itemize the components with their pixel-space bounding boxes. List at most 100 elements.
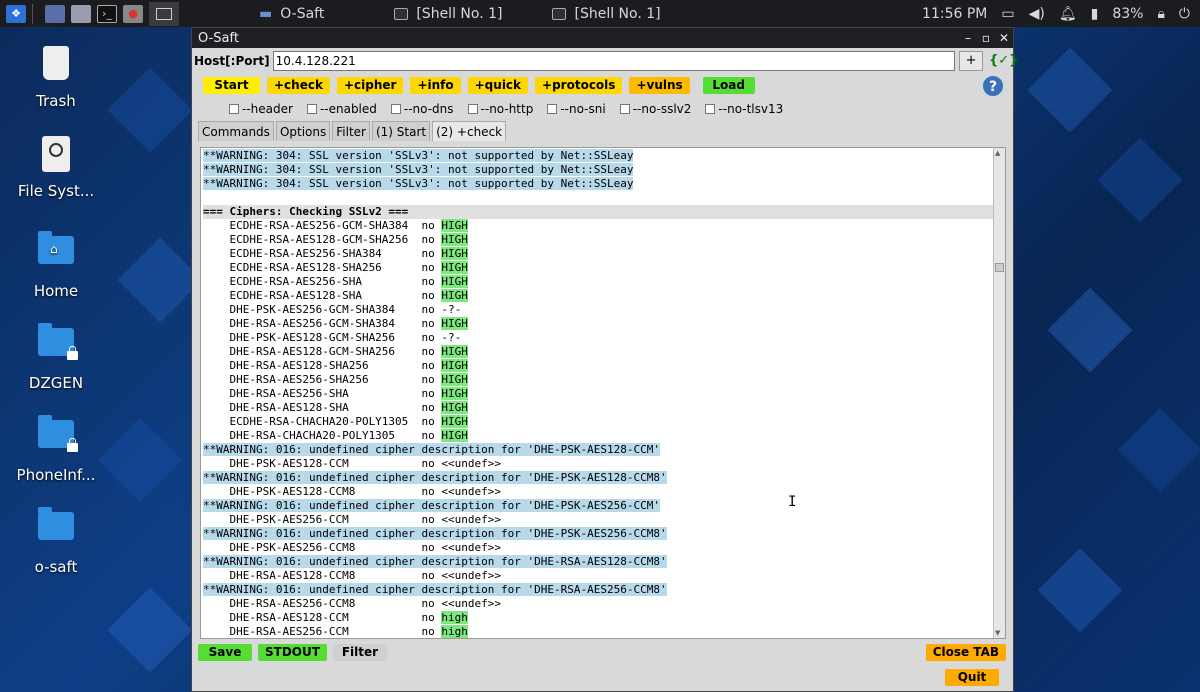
tab-options[interactable]: Options xyxy=(275,121,331,141)
cipher-line-text: DHE-RSA-AES256-SHA256 no xyxy=(203,373,442,386)
vulns-button[interactable]: +vulns xyxy=(629,76,690,94)
maximize-icon[interactable]: ▫ xyxy=(977,31,995,45)
start-button[interactable]: Start xyxy=(203,76,260,94)
checkbox[interactable] xyxy=(467,104,478,114)
cipher-line-text: DHE-RSA-AES128-GCM-SHA256 no xyxy=(203,345,442,358)
workspace-icon[interactable] xyxy=(149,1,179,26)
save-button[interactable]: Save xyxy=(198,643,252,661)
option-enabled[interactable]: --enabled xyxy=(306,102,377,116)
add-host-button[interactable]: + xyxy=(959,51,983,71)
output-line: ECDHE-RSA-AES256-SHA384 no HIGH xyxy=(203,247,1005,261)
security-level-badge: HIGH xyxy=(441,247,468,260)
checkbox[interactable] xyxy=(390,104,401,114)
output-line: DHE-RSA-AES128-SHA256 no HIGH xyxy=(203,359,1005,373)
check-button[interactable]: +check xyxy=(267,76,330,94)
option-no-sni[interactable]: --no-sni xyxy=(547,102,606,116)
checkbox[interactable] xyxy=(619,104,630,114)
validate-icon[interactable]: {✓} xyxy=(989,51,1018,71)
home-folder-icon: ⌂ xyxy=(38,231,74,276)
scroll-up-icon[interactable]: ▲ xyxy=(995,149,1000,157)
notification-bell-icon[interactable]: 🔔︎ xyxy=(1059,6,1077,22)
tab-start[interactable]: (1) Start xyxy=(371,121,431,141)
cipher-line-text: DHE-RSA-AES128-CCM no xyxy=(203,611,442,624)
stdout-button[interactable]: STDOUT xyxy=(258,643,327,661)
scroll-down-icon[interactable]: ▼ xyxy=(995,629,1000,637)
cipher-button[interactable]: +cipher xyxy=(336,76,404,94)
network-icon[interactable]: ▭ xyxy=(1001,6,1014,22)
cipher-line-text: ECDHE-RSA-AES256-SHA384 no xyxy=(203,247,442,260)
option-no-tlsv13[interactable]: --no-tlsv13 xyxy=(705,102,783,116)
cipher-line-text: DHE-RSA-AES128-CCM8 no <<undef>> xyxy=(203,569,502,582)
option-no-sslv2[interactable]: --no-sslv2 xyxy=(619,102,691,116)
output-line: DHE-RSA-AES128-SHA no HIGH xyxy=(203,401,1005,415)
output-line: **WARNING: 304: SSL version 'SSLv3': not… xyxy=(203,177,1005,191)
tab-check[interactable]: (2) +check xyxy=(432,121,507,141)
security-level-badge: HIGH xyxy=(441,359,468,372)
quit-button[interactable]: Quit xyxy=(945,669,999,686)
option-no-http[interactable]: --no-http xyxy=(467,102,534,116)
desktop-icon-filesystem[interactable]: File Syst... xyxy=(10,136,102,200)
checkbox[interactable] xyxy=(229,104,239,114)
quick-button[interactable]: +quick xyxy=(467,76,529,94)
warning-text: **WARNING: 016: undefined cipher descrip… xyxy=(203,471,667,484)
security-level-badge: high xyxy=(441,611,468,624)
terminal-icon[interactable]: ›_ xyxy=(97,4,117,23)
volume-icon[interactable]: ◀) xyxy=(1029,6,1045,22)
warning-text: **WARNING: 016: undefined cipher descrip… xyxy=(203,499,660,512)
option-label: --no-http xyxy=(480,102,534,116)
osaft-window: O-Saft – ▫ ✕ Host[:Port] + {✓} Start +ch… xyxy=(191,27,1018,692)
security-level-badge: HIGH xyxy=(441,275,468,288)
power-icon[interactable]: ⏻ xyxy=(1179,6,1190,22)
desktop-icon-label: Trash xyxy=(36,92,76,110)
scrollbar-thumb[interactable] xyxy=(995,263,1004,272)
cipher-line-text: DHE-PSK-AES128-CCM8 no <<undef>> xyxy=(203,485,502,498)
checkbox[interactable] xyxy=(705,104,716,114)
close-icon[interactable]: ✕ xyxy=(995,31,1013,45)
drive-icon xyxy=(38,136,74,176)
kali-menu-icon[interactable]: ❖ xyxy=(6,4,26,23)
filter-button[interactable]: Filter xyxy=(332,643,387,661)
desktop-icon-dzgen[interactable]: DZGEN xyxy=(10,320,102,392)
checkbox[interactable] xyxy=(547,104,558,114)
close-tab-button[interactable]: Close TAB xyxy=(925,643,1006,661)
tab-filter[interactable]: Filter xyxy=(332,121,370,141)
output-line: DHE-PSK-AES128-GCM-SHA256 no -?- xyxy=(203,331,1005,345)
checkbox[interactable] xyxy=(306,104,317,114)
minimize-icon[interactable]: – xyxy=(959,31,977,45)
desktop-icon[interactable] xyxy=(45,4,65,23)
option-no-dns[interactable]: --no-dns xyxy=(390,102,454,116)
output-text-area[interactable]: **WARNING: 304: SSL version 'SSLv3': not… xyxy=(200,147,1006,639)
cipher-line-text: DHE-RSA-AES256-CCM8 no <<undef>> xyxy=(203,597,502,610)
option-header[interactable]: --header xyxy=(229,102,293,116)
cipher-line-text: DHE-RSA-AES256-CCM no xyxy=(203,625,442,638)
file-manager-icon[interactable] xyxy=(71,4,91,23)
info-button[interactable]: +info xyxy=(410,76,461,94)
output-line: **WARNING: 016: undefined cipher descrip… xyxy=(203,443,1005,457)
vertical-scrollbar[interactable]: ▲ ▼ xyxy=(993,148,1005,638)
clock[interactable]: 11:56 PM xyxy=(922,6,987,22)
desktop-icon-home[interactable]: ⌂ Home xyxy=(10,228,102,300)
load-button[interactable]: Load xyxy=(702,76,755,94)
lock-icon[interactable]: 🔒︎ xyxy=(1157,6,1164,22)
output-text[interactable]: **WARNING: 304: SSL version 'SSLv3': not… xyxy=(201,148,1005,638)
desktop-icon-trash[interactable]: Trash xyxy=(10,44,102,110)
window-titlebar[interactable]: O-Saft – ▫ ✕ xyxy=(192,28,1013,48)
browser-icon[interactable]: ● xyxy=(123,4,143,23)
output-line: DHE-RSA-AES256-SHA no HIGH xyxy=(203,387,1005,401)
protocols-button[interactable]: +protocols xyxy=(535,76,623,94)
option-label: --no-dns xyxy=(403,102,454,116)
output-line: DHE-RSA-AES256-GCM-SHA384 no HIGH xyxy=(203,317,1005,331)
tab-commands[interactable]: Commands xyxy=(198,121,274,141)
desktop-icon-phoneinfo[interactable]: PhoneInf... xyxy=(10,412,102,484)
cipher-line-text: DHE-RSA-AES128-SHA no xyxy=(203,401,442,414)
desktop-icon-osaft[interactable]: o-saft xyxy=(10,504,102,576)
host-input[interactable] xyxy=(272,51,956,71)
battery-icon[interactable]: ▮ xyxy=(1091,6,1099,22)
task-shell-1[interactable]: [Shell No. 1] xyxy=(384,0,512,27)
task-label: [Shell No. 1] xyxy=(574,5,661,22)
help-icon[interactable]: ? xyxy=(981,74,1005,98)
task-osaft[interactable]: ▬ O-Saft xyxy=(249,0,334,27)
task-shell-2[interactable]: [Shell No. 1] xyxy=(542,0,670,27)
option-label: --header xyxy=(242,102,293,116)
